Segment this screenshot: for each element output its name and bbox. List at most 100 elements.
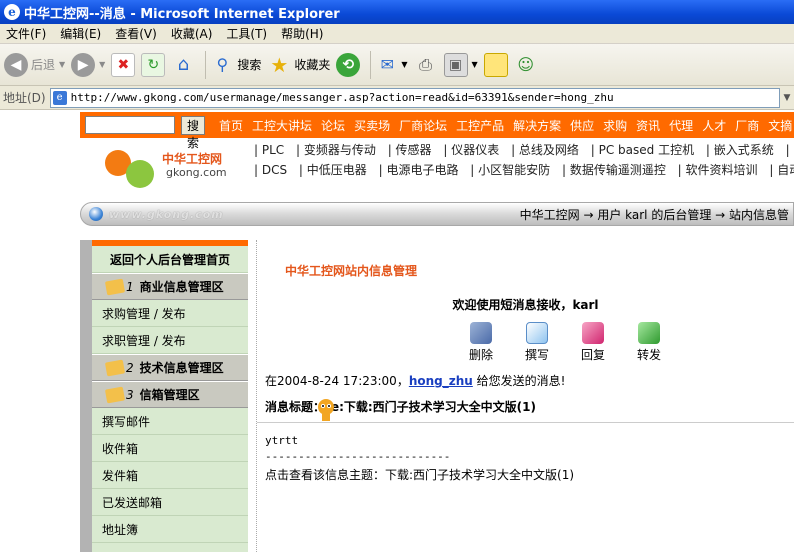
sidebar-item-purchase[interactable]: 求购管理 / 发布: [92, 300, 248, 327]
forward-icon: [638, 322, 660, 344]
compose-button[interactable]: 撰写: [509, 322, 565, 363]
category-links: | PLC | 变频器与传动 | 传感器 | 仪器仪表 | 总线及网络 | PC…: [254, 140, 794, 180]
nav-link-talent[interactable]: 人才: [702, 117, 726, 134]
sender-link[interactable]: hong_zhu: [409, 374, 473, 388]
category-row: | PLC | 变频器与传动 | 传感器 | 仪器仪表 | 总线及网络 | PC…: [254, 140, 794, 160]
menu-tools[interactable]: 工具(T): [220, 25, 275, 42]
message-time: 在2004-8-24 17:23:00，: [265, 374, 409, 388]
sidebar: 返回个人后台管理首页 1 商业信息管理区 求购管理 / 发布 求职管理 / 发布…: [80, 240, 248, 552]
sidebar-item-address-book[interactable]: 地址簿: [92, 516, 248, 543]
forward-message-button[interactable]: 转发: [621, 322, 677, 363]
message-subject: 消息标题：re:下载:西门子技术学习大全中文版(1): [265, 398, 536, 415]
nav-link-vendor[interactable]: 厂商: [735, 117, 759, 134]
site-logo[interactable]: 中华工控网 gkong.com: [100, 142, 250, 190]
folder-icon: [104, 386, 126, 403]
category-link[interactable]: | 嵌入式系统: [706, 143, 774, 157]
mail-button[interactable]: ✉ ▼: [375, 53, 408, 77]
web-page: 搜索 首页 工控大讲坛 论坛 买卖场 厂商论坛 工控产品 解决方案 供应 求购 …: [0, 110, 794, 552]
sidebar-item-home[interactable]: 返回个人后台管理首页: [92, 246, 248, 273]
category-link[interactable]: | 仪器仪表: [443, 143, 499, 157]
history-icon: ⟲: [336, 52, 361, 77]
address-label: 地址(D): [3, 91, 46, 105]
discuss-button[interactable]: [483, 52, 508, 77]
star-icon: ★: [270, 52, 289, 77]
back-button[interactable]: ◀ 后退 ▼: [4, 52, 65, 77]
message-info: 在2004-8-24 17:23:00，hong_zhu 给您发送的消息!: [265, 372, 565, 389]
nav-link-agent[interactable]: 代理: [669, 117, 693, 134]
delete-button[interactable]: 删除: [453, 322, 509, 363]
search-label: 搜索: [237, 58, 262, 72]
nav-link-market[interactable]: 买卖场: [354, 117, 390, 134]
menu-favorites[interactable]: 收藏(A): [165, 25, 221, 42]
nav-link-digest[interactable]: 文摘: [768, 117, 792, 134]
nav-link-news[interactable]: 资讯: [636, 117, 660, 134]
category-link[interactable]: | PLC: [254, 143, 284, 157]
nav-link-solutions[interactable]: 解决方案: [513, 117, 561, 134]
message-actions: 删除 撰写 回复 转发: [453, 322, 677, 363]
site-search-input[interactable]: [85, 116, 175, 134]
page-title: 中华工控网站内信息管理: [285, 264, 418, 278]
nav-link-home[interactable]: 首页: [219, 117, 243, 134]
refresh-icon: ↻: [141, 52, 166, 77]
breadcrumb-bar: www.gkong.com 中华工控网 → 用户 karl 的后台管理 → 站内…: [80, 202, 794, 226]
print-button[interactable]: ⎙: [414, 53, 438, 77]
reply-button[interactable]: 回复: [565, 322, 621, 363]
nav-link-purchase[interactable]: 求购: [603, 117, 627, 134]
category-link[interactable]: | 中低压电器: [299, 163, 367, 177]
category-link[interactable]: | 总线及网络: [511, 143, 579, 157]
magnifier-icon: ⚲: [216, 55, 229, 74]
nav-link-vendor-forum[interactable]: 厂商论坛: [399, 117, 447, 134]
sidebar-section-business[interactable]: 1 商业信息管理区: [92, 273, 248, 300]
nav-link-supply[interactable]: 供应: [570, 117, 594, 134]
category-link[interactable]: | 电源电子电路: [379, 163, 459, 177]
category-link[interactable]: | 软件资料培训: [678, 163, 758, 177]
category-link[interactable]: | 流体: [786, 143, 794, 157]
menu-edit[interactable]: 编辑(E): [54, 25, 109, 42]
section-label: 商业信息管理区: [139, 280, 224, 294]
sidebar-item-compose[interactable]: 撰写邮件: [92, 408, 248, 435]
section-label: 技术信息管理区: [139, 361, 224, 375]
menu-help[interactable]: 帮助(H): [275, 25, 331, 42]
reply-label: 回复: [580, 348, 605, 362]
messenger-button[interactable]: ☺: [514, 53, 538, 77]
nav-link-lecture[interactable]: 工控大讲坛: [252, 117, 312, 134]
menu-view[interactable]: 查看(V): [109, 25, 165, 42]
welcome-text: 欢迎使用短消息接收，karl: [452, 298, 599, 312]
favorites-button[interactable]: ★ 收藏夹: [267, 53, 330, 77]
sidebar-item-sent[interactable]: 已发送邮箱: [92, 489, 248, 516]
browser-toolbar: ◀ 后退 ▼ ▶ ▼ ✖ ↻ ⌂ ⚲ 搜索 ★ 收藏夹 ⟲ ✉ ▼ ⎙ ▣ ▼ …: [0, 44, 794, 86]
stop-button[interactable]: ✖: [111, 52, 136, 77]
nav-link-forum[interactable]: 论坛: [321, 117, 345, 134]
message-topic-link[interactable]: 点击查看该信息主题：下载:西门子技术学习大全中文版(1): [265, 466, 574, 483]
sidebar-section-mailbox[interactable]: 3 信箱管理区: [92, 381, 248, 408]
category-link[interactable]: | 变频器与传动: [296, 143, 376, 157]
edit-button[interactable]: ▣ ▼: [443, 52, 478, 77]
category-link[interactable]: | 传感器: [388, 143, 432, 157]
category-link[interactable]: | DCS: [254, 163, 287, 177]
nav-link-products[interactable]: 工控产品: [456, 117, 504, 134]
assistant-character-icon[interactable]: [312, 396, 340, 422]
category-link[interactable]: | 小区智能安防: [470, 163, 550, 177]
forward-button[interactable]: ▶ ▼: [71, 52, 105, 77]
sidebar-item-outbox[interactable]: 发件箱: [92, 462, 248, 489]
site-search-button[interactable]: 搜索: [181, 115, 206, 150]
category-link[interactable]: | PC based 工控机: [591, 143, 694, 157]
history-button[interactable]: ⟲: [336, 52, 361, 77]
section-number: 2: [126, 360, 134, 375]
search-button[interactable]: ⚲ 搜索: [210, 53, 261, 77]
printer-icon: ⎙: [419, 54, 432, 74]
sidebar-item-job[interactable]: 求职管理 / 发布: [92, 327, 248, 354]
address-dropdown-icon[interactable]: ▼: [780, 88, 794, 108]
category-link[interactable]: | 自动化: [769, 163, 794, 177]
menu-file[interactable]: 文件(F): [0, 25, 54, 42]
home-button[interactable]: ⌂: [171, 53, 195, 77]
toolbar-separator: [370, 50, 372, 79]
edit-page-icon: ▣: [443, 52, 468, 77]
address-field[interactable]: e http://www.gkong.com/usermanage/messan…: [49, 87, 780, 108]
section-number: 3: [126, 387, 134, 402]
sidebar-section-tech[interactable]: 2 技术信息管理区: [92, 354, 248, 381]
section-number: 1: [126, 279, 134, 294]
refresh-button[interactable]: ↻: [141, 52, 166, 77]
category-link[interactable]: | 数据传输遥测遥控: [562, 163, 666, 177]
sidebar-item-inbox[interactable]: 收件箱: [92, 435, 248, 462]
